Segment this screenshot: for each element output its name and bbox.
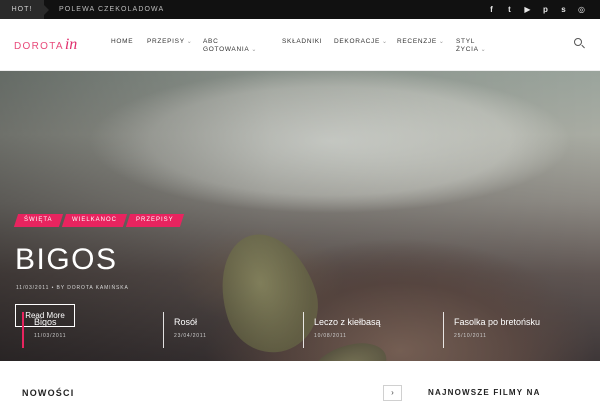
- chevron-down-icon: ⌄: [382, 39, 388, 45]
- slide-date: 23/04/2011: [174, 333, 207, 339]
- post-author[interactable]: Dorota Kamińska: [67, 285, 128, 291]
- nav-item-przepisy[interactable]: Przepisy ⌄: [147, 38, 192, 46]
- chevron-down-icon: ⌄: [186, 39, 193, 45]
- author-prefix: • by: [51, 285, 65, 291]
- site-logo[interactable]: DOROTAin: [14, 36, 77, 54]
- slide-item-fasolka[interactable]: Fasolka po bretońsku 25/10/2011: [443, 312, 540, 348]
- nav-item-home[interactable]: Home: [111, 38, 133, 46]
- slide-date: 11/03/2011: [34, 333, 67, 339]
- slide-date: 10/08/2011: [314, 333, 347, 339]
- hero-meta: 11/03/2011 • by Dorota Kamińska: [16, 285, 129, 291]
- nav-item-label: Styl: [456, 38, 476, 45]
- tag-wielkanoc[interactable]: Wielkanoc: [61, 214, 127, 227]
- logo-script: in: [64, 36, 78, 53]
- next-arrow-button[interactable]: ›: [383, 385, 402, 401]
- chevron-down-icon: ⌄: [480, 47, 487, 53]
- slide-nav: Bigos 11/03/2011 Rosół 23/04/2011 Leczo …: [0, 312, 600, 361]
- hero-slider: Święta Wielkanoc Przepisy BIGOS 11/03/20…: [0, 71, 600, 361]
- nav-item-styl-zycia[interactable]: Styl życia ⌄: [456, 38, 486, 54]
- nav-item-recenzje[interactable]: Recenzje ⌄: [397, 38, 445, 46]
- search-icon[interactable]: [574, 38, 582, 46]
- nav-item-label: Przepisy: [147, 38, 185, 45]
- stumbleupon-icon[interactable]: s: [559, 0, 568, 19]
- tag-przepisy[interactable]: Przepisy: [125, 214, 184, 227]
- hot-badge: HOT!: [0, 0, 49, 19]
- youtube-icon[interactable]: ▶: [523, 0, 532, 19]
- slide-title: Bigos: [34, 317, 57, 327]
- social-links: f t ▶ p s ◎: [487, 0, 586, 19]
- nav-item-label-line2: życia: [456, 46, 479, 53]
- hero-title[interactable]: BIGOS: [15, 243, 118, 277]
- top-bar: HOT! Polewa czekoladowa f t ▶ p s ◎: [0, 0, 600, 19]
- nav-item-label-line2: gotowania: [203, 46, 250, 53]
- nav-item-skladniki[interactable]: Składniki: [282, 38, 322, 46]
- logo-text: DOROTA: [14, 41, 64, 52]
- facebook-icon[interactable]: f: [487, 0, 496, 19]
- post-date: 11/03/2011: [16, 285, 50, 291]
- sidebar-title-videos: NAJNOWSZE FILMY NA: [428, 388, 541, 397]
- site-header: DOROTAin Home Przepisy ⌄ ABC gotowania ⌄ S…: [0, 19, 600, 71]
- instagram-icon[interactable]: ◎: [577, 0, 586, 19]
- twitter-icon[interactable]: t: [505, 0, 514, 19]
- chevron-down-icon: ⌄: [251, 47, 258, 53]
- hero-tags: Święta Wielkanoc Przepisy: [13, 214, 184, 227]
- ticker-link[interactable]: Polewa czekoladowa: [59, 0, 164, 19]
- nav-item-label: ABC: [203, 38, 219, 45]
- slide-title: Fasolka po bretońsku: [454, 317, 541, 327]
- slide-item-leczo[interactable]: Leczo z kiełbasą 10/08/2011: [303, 312, 381, 348]
- nav-item-label: Home: [111, 38, 134, 45]
- chevron-down-icon: ⌄: [438, 39, 445, 45]
- content-section: NOWOŚCI › NAJNOWSZE FILMY NA: [0, 361, 600, 401]
- nav-item-abc-gotowania[interactable]: ABC gotowania ⌄: [203, 38, 257, 54]
- nav-item-label: Dekoracje: [334, 38, 381, 45]
- slide-item-bigos[interactable]: Bigos 11/03/2011: [22, 312, 66, 348]
- nav-item-label: Składniki: [282, 38, 323, 45]
- slide-item-rosol[interactable]: Rosół 23/04/2011: [163, 312, 207, 348]
- slide-title: Rosół: [174, 317, 198, 327]
- nav-item-label: Recenzje: [397, 38, 437, 45]
- nav-item-dekoracje[interactable]: Dekoracje ⌄: [334, 38, 388, 46]
- slide-title: Leczo z kiełbasą: [314, 317, 381, 327]
- pinterest-icon[interactable]: p: [541, 0, 550, 19]
- tag-swieta[interactable]: Święta: [13, 214, 63, 227]
- section-title-news: NOWOŚCI: [22, 388, 75, 398]
- slide-date: 25/10/2011: [454, 333, 487, 339]
